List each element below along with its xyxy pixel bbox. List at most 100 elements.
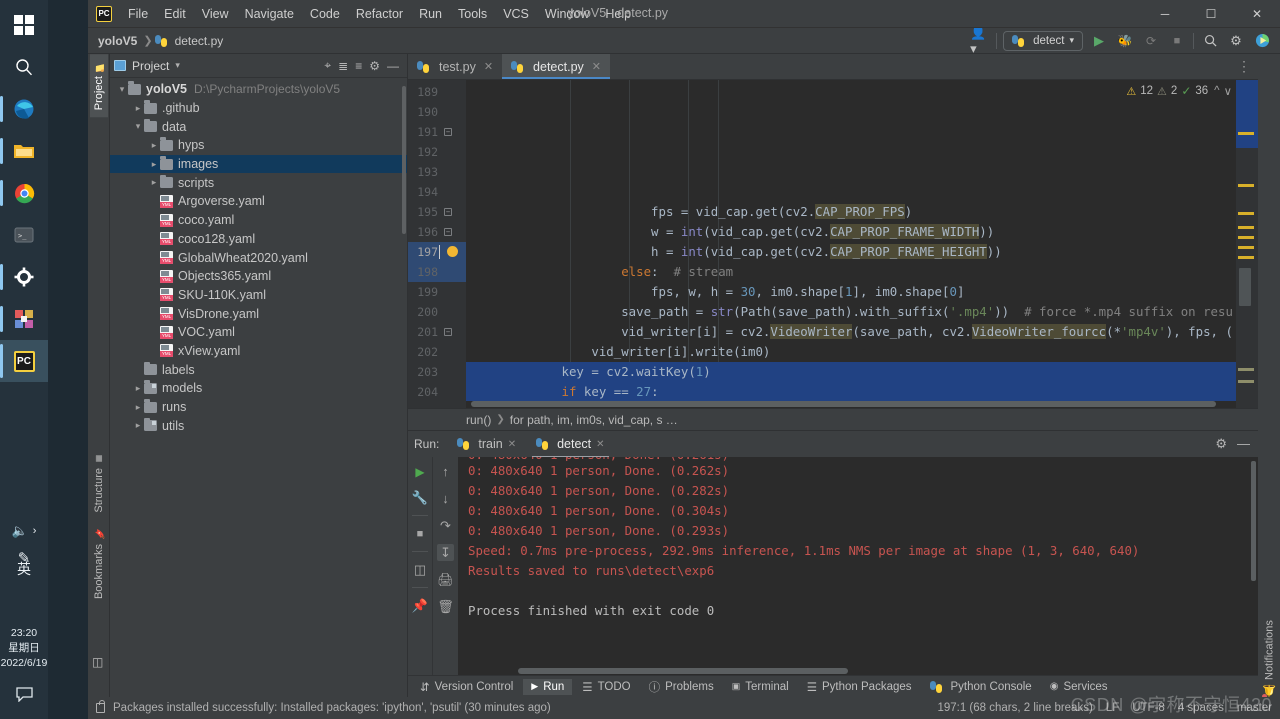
line-number[interactable]: 197 bbox=[408, 242, 466, 262]
chrome-icon[interactable] bbox=[0, 172, 48, 214]
ime-language-indicator[interactable]: 英 bbox=[0, 559, 48, 579]
code-editor[interactable]: 189 190 191−192 193 194 195−196−197 198 199 200 2… bbox=[408, 80, 1258, 408]
code-line[interactable]: fps, w, h = 30, im0.shape[1], im0.shape[… bbox=[466, 282, 1236, 302]
updates-icon[interactable] bbox=[1252, 31, 1272, 51]
hide-pane-icon[interactable]: — bbox=[387, 59, 399, 73]
fold-marker-icon[interactable]: − bbox=[444, 328, 452, 336]
code-line[interactable]: h = int(vid_cap.get(cv2.CAP_PROP_FRAME_H… bbox=[466, 242, 1236, 262]
fold-marker-icon[interactable]: − bbox=[444, 128, 452, 136]
tree-row[interactable]: ▸ scripts bbox=[110, 173, 407, 192]
console-scrollbar[interactable] bbox=[1251, 461, 1256, 581]
warning-marker[interactable] bbox=[1238, 226, 1254, 229]
hide-run-panel-icon[interactable]: — bbox=[1237, 436, 1250, 452]
next-problem-icon[interactable]: ∨ bbox=[1224, 84, 1232, 98]
close-button[interactable]: ✕ bbox=[1234, 0, 1280, 28]
search-everywhere-icon[interactable] bbox=[1200, 31, 1220, 51]
trash-icon[interactable]: 🗑 bbox=[437, 598, 454, 615]
weak-warning-marker[interactable] bbox=[1238, 380, 1254, 383]
line-number[interactable]: 191− bbox=[408, 122, 466, 142]
project-view-chevron-icon[interactable]: ▾ bbox=[175, 60, 180, 71]
sidebar-item-structure[interactable]: Structure ▦ bbox=[90, 448, 108, 520]
scroll-up-icon[interactable]: ↑ bbox=[437, 463, 454, 480]
warning-marker[interactable] bbox=[1238, 236, 1254, 239]
code-line[interactable]: fps = vid_cap.get(cv2.CAP_PROP_FPS) bbox=[466, 202, 1236, 222]
settings-gear-icon[interactable]: ⚙ bbox=[1226, 31, 1246, 51]
git-branch[interactable]: master bbox=[1237, 702, 1272, 714]
debug-button[interactable]: 🐝 bbox=[1115, 31, 1135, 51]
chevron-right-icon[interactable]: ▸ bbox=[132, 402, 144, 413]
fold-marker-icon[interactable]: − bbox=[444, 208, 452, 216]
wrench-icon[interactable]: 🔧 bbox=[412, 489, 429, 506]
chevron-right-icon[interactable]: ▸ bbox=[148, 159, 160, 170]
tree-row[interactable]: ▸ models bbox=[110, 379, 407, 398]
warning-marker[interactable] bbox=[1238, 212, 1254, 215]
code-line[interactable]: else: # stream bbox=[466, 262, 1236, 282]
editor-tab-test[interactable]: test.py ✕ bbox=[408, 54, 502, 79]
indent-setting[interactable]: 4 spaces bbox=[1178, 702, 1224, 714]
run-tab-train[interactable]: train ✕ bbox=[449, 434, 524, 454]
soft-wrap-icon[interactable]: ↷ bbox=[437, 517, 454, 534]
line-number[interactable]: 194 bbox=[408, 182, 466, 202]
tree-row[interactable]: Objects365.yaml bbox=[110, 267, 407, 286]
pin-icon[interactable]: 📌 bbox=[412, 597, 429, 614]
chevron-right-icon[interactable]: ▸ bbox=[148, 140, 160, 151]
menu-code[interactable]: Code bbox=[302, 3, 348, 25]
menu-navigate[interactable]: Navigate bbox=[237, 3, 302, 25]
editor-gutter[interactable]: 189 190 191−192 193 194 195−196−197 198 199 200 2… bbox=[408, 80, 466, 408]
print-icon[interactable]: 🖨 bbox=[437, 571, 454, 588]
code-line[interactable]: w = int(vid_cap.get(cv2.CAP_PROP_FRAME_W… bbox=[466, 222, 1236, 242]
expand-all-icon[interactable]: ≣ bbox=[338, 59, 348, 73]
close-tab-icon[interactable]: ✕ bbox=[592, 60, 601, 73]
edge-icon[interactable] bbox=[0, 88, 48, 130]
scroll-to-end-icon[interactable]: ↧ bbox=[437, 544, 454, 561]
tree-row[interactable]: coco.yaml bbox=[110, 211, 407, 230]
close-run-tab-icon[interactable]: ✕ bbox=[508, 439, 516, 450]
warning-marker[interactable] bbox=[1238, 184, 1254, 187]
line-number[interactable]: 199 bbox=[408, 282, 466, 302]
line-number[interactable]: 192 bbox=[408, 142, 466, 162]
tree-row[interactable]: ▾ data bbox=[110, 117, 407, 136]
tree-row[interactable]: ▸ runs bbox=[110, 398, 407, 417]
stop-button[interactable]: ■ bbox=[1167, 31, 1187, 51]
warning-marker[interactable] bbox=[1238, 246, 1254, 249]
code-content[interactable]: fps = vid_cap.get(cv2.CAP_PROP_FPS) w = … bbox=[466, 80, 1236, 408]
chevron-right-icon[interactable]: ▸ bbox=[132, 383, 144, 394]
notification-center-icon[interactable] bbox=[0, 687, 48, 705]
line-number[interactable]: 195− bbox=[408, 202, 466, 222]
start-button[interactable] bbox=[0, 4, 48, 46]
weak-warning-marker[interactable] bbox=[1238, 368, 1254, 371]
run-configuration-selector[interactable]: detect ▾ bbox=[1003, 30, 1083, 51]
tree-row[interactable]: SKU-110K.yaml bbox=[110, 286, 407, 305]
bottom-item-version-control[interactable]: ⇵ Version Control bbox=[412, 678, 521, 696]
editor-marker-bar[interactable] bbox=[1236, 80, 1258, 408]
code-line[interactable]: vid_writer[i] = cv2.VideoWriter(save_pat… bbox=[466, 322, 1236, 342]
user-account-icon[interactable]: 👤▾ bbox=[970, 25, 990, 56]
tree-row[interactable]: labels bbox=[110, 360, 407, 379]
menu-view[interactable]: View bbox=[194, 3, 237, 25]
line-number[interactable]: 202 bbox=[408, 342, 466, 362]
tree-row[interactable]: VisDrone.yaml bbox=[110, 304, 407, 323]
terminal-icon[interactable]: >_ bbox=[0, 214, 48, 256]
warning-marker[interactable] bbox=[1238, 132, 1254, 135]
console-output[interactable]: 0: 480x640 1 person, Done. (0.261s)0: 48… bbox=[458, 457, 1258, 675]
editor-hscroll-thumb[interactable] bbox=[471, 401, 1216, 407]
line-number[interactable]: 198 bbox=[408, 262, 466, 282]
tree-row[interactable]: ▾ yoloV5 D:\PycharmProjects\yoloV5 bbox=[110, 80, 407, 99]
editor-tab-detect[interactable]: detect.py ✕ bbox=[502, 54, 610, 79]
bottom-item-problems[interactable]: ⓘ Problems bbox=[641, 677, 722, 697]
search-icon[interactable] bbox=[0, 46, 48, 88]
bottom-item-python-packages[interactable]: ☰ Python Packages bbox=[799, 678, 920, 696]
prev-problem-icon[interactable]: ^ bbox=[1214, 85, 1219, 97]
bottom-item-terminal[interactable]: ▣ Terminal bbox=[724, 679, 797, 695]
minimize-button[interactable]: ─ bbox=[1142, 0, 1188, 28]
rerun-icon[interactable]: ▶ bbox=[412, 463, 429, 480]
run-settings-icon[interactable]: ⚙ bbox=[1215, 436, 1227, 452]
layout-icon[interactable]: ◫ bbox=[412, 561, 429, 578]
chevron-down-icon[interactable]: ▾ bbox=[132, 121, 144, 132]
chevron-right-icon[interactable]: ▸ bbox=[148, 177, 160, 188]
line-number[interactable]: 193 bbox=[408, 162, 466, 182]
breadcrumb-file[interactable]: detect.py bbox=[171, 32, 228, 50]
bottom-item-services[interactable]: ◉ Services bbox=[1042, 679, 1116, 695]
tree-row[interactable]: ▸ .github bbox=[110, 99, 407, 118]
fold-marker-icon[interactable]: − bbox=[444, 228, 452, 236]
